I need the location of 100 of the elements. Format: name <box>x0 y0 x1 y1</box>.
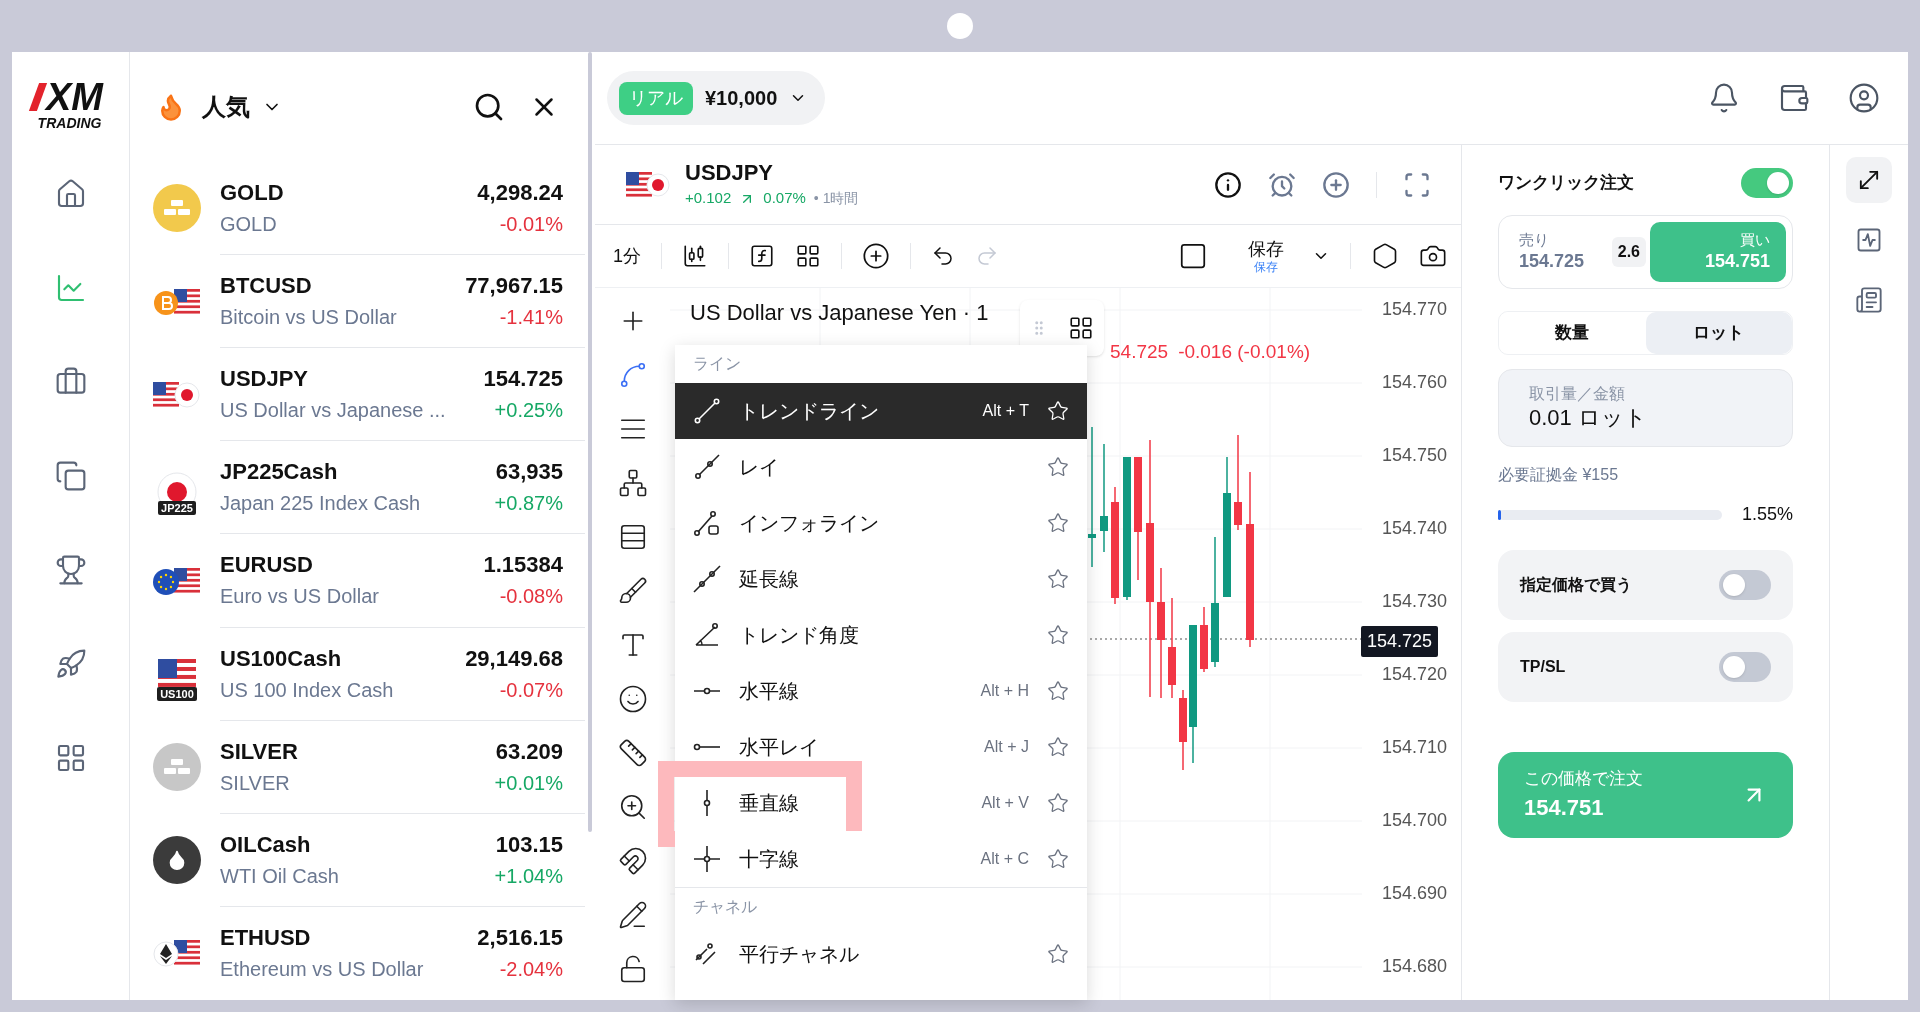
magnet-icon[interactable] <box>617 846 648 876</box>
line-tool-icon <box>693 397 721 425</box>
favorite-star-icon[interactable] <box>1047 943 1069 965</box>
shortcut-hint: Alt + V <box>981 793 1029 813</box>
bell-icon[interactable] <box>1708 82 1740 114</box>
favorite-star-icon[interactable] <box>1047 736 1069 758</box>
symbol-description: Japan 225 Index Cash <box>220 491 422 517</box>
symbol-name: EURUSD <box>220 551 314 580</box>
price: 4,298.24 <box>477 178 563 207</box>
price-axis-label: 154.700 <box>1381 809 1447 832</box>
menu-item[interactable]: 延長線 <box>675 551 1087 607</box>
interval-button[interactable]: 1分 <box>613 242 641 270</box>
line-tool-icon <box>693 687 721 695</box>
flag-pair-icon <box>152 937 202 970</box>
shortcut-hint: Alt + C <box>980 849 1029 869</box>
price-change: +0.102 <box>685 188 732 209</box>
required-margin: 必要証拠金 ¥155 <box>1498 465 1620 485</box>
grid-plus-icon[interactable] <box>1068 315 1094 341</box>
account-selector[interactable]: リアル ¥10,000 <box>607 71 826 125</box>
account-type-badge: リアル <box>619 81 693 115</box>
shortcut-hint: Alt + J <box>984 737 1029 757</box>
wallet-icon[interactable] <box>1778 82 1810 114</box>
price-axis-label: 154.690 <box>1381 882 1447 905</box>
price: 63.209 <box>495 737 563 766</box>
timeframe: • 1時間 <box>813 189 859 208</box>
flag-pair-icon <box>625 169 671 200</box>
symbol-description: US Dollar vs Japanese ... <box>220 398 447 424</box>
one-click-toggle[interactable] <box>1741 168 1793 198</box>
favorite-star-icon[interactable] <box>1047 848 1069 870</box>
line-tool-icon <box>693 743 721 751</box>
add-icon[interactable] <box>862 242 890 270</box>
grid-icon[interactable] <box>795 243 821 269</box>
chart-title: US Dollar vs Japanese Yen · 1 <box>690 299 989 327</box>
ruler-icon[interactable] <box>617 738 648 768</box>
unit-tab[interactable]: ロット <box>1645 312 1792 354</box>
menu-item[interactable]: 垂直線 Alt + V <box>675 775 1087 831</box>
fullscreen-icon[interactable] <box>1403 170 1431 199</box>
favorite-star-icon[interactable] <box>1047 512 1069 534</box>
menu-section-title: ライン <box>693 354 741 374</box>
pencil-icon[interactable] <box>617 900 648 930</box>
symbol-description: SILVER <box>220 770 291 796</box>
scrollbar[interactable] <box>588 52 592 832</box>
price-axis-label: 154.750 <box>1381 444 1447 467</box>
save-button[interactable]: 保存 保存 <box>1248 239 1284 273</box>
smile-icon[interactable] <box>617 684 648 714</box>
price-axis-label: 154.760 <box>1381 371 1447 394</box>
menu-item[interactable]: インフォライン <box>675 495 1087 551</box>
change-percent: -0.01% <box>499 211 563 237</box>
price: 103.15 <box>495 830 563 859</box>
favorite-star-icon[interactable] <box>1047 792 1069 814</box>
price: 63,935 <box>495 458 563 487</box>
line-tool-icon <box>693 621 721 649</box>
user-icon[interactable] <box>1848 82 1880 114</box>
brush-icon[interactable] <box>617 576 648 606</box>
favorite-star-icon[interactable] <box>1047 400 1069 422</box>
menu-item[interactable]: 平行チャネル <box>675 926 1087 982</box>
option-toggle[interactable] <box>1719 652 1771 682</box>
shortcut-hint: Alt + T <box>982 401 1029 421</box>
sell-button[interactable]: 売り 154.725 <box>1505 222 1612 282</box>
bars-icon <box>152 742 202 793</box>
settings-icon[interactable] <box>1371 242 1399 270</box>
price-axis-label: 154.710 <box>1381 736 1447 759</box>
function-icon[interactable] <box>749 243 775 269</box>
favorite-star-icon[interactable] <box>1047 568 1069 590</box>
favorite-star-icon[interactable] <box>1047 624 1069 646</box>
option-label: 指定価格で買う <box>1520 575 1632 596</box>
info-icon[interactable] <box>1214 170 1242 199</box>
line-tool-icon <box>693 845 721 873</box>
candlestick-icon[interactable] <box>682 243 708 269</box>
favorite-star-icon[interactable] <box>1047 680 1069 702</box>
copy-icon[interactable] <box>54 460 87 492</box>
option-toggle[interactable] <box>1719 570 1771 600</box>
layout-icon[interactable] <box>1178 241 1208 271</box>
expand-icon[interactable] <box>1846 157 1892 203</box>
symbol-name: BTCUSD <box>220 272 313 300</box>
change-percent: +1.04% <box>494 863 563 889</box>
menu-item[interactable]: 水平線 Alt + H <box>675 663 1087 719</box>
menu-item[interactable]: レイ <box>675 439 1087 495</box>
symbol-name: OILCash <box>220 830 312 859</box>
margin-usage-percent: 1.55% <box>1741 503 1793 526</box>
undo-icon[interactable] <box>931 244 955 268</box>
rocket-icon[interactable] <box>54 648 87 680</box>
line-tool-icon <box>693 453 721 481</box>
menu-item[interactable]: トレンド角度 <box>675 607 1087 663</box>
last-price: 54.725 <box>1110 340 1169 364</box>
one-click-label: ワンクリック注文 <box>1498 172 1634 195</box>
volume-field[interactable]: 取引量／金額 0.01 ロット <box>1498 369 1793 447</box>
alarm-icon[interactable] <box>1268 170 1296 199</box>
line-tool-icon <box>693 509 721 537</box>
price: 154.725 <box>483 365 563 394</box>
favorite-star-icon[interactable] <box>1047 456 1069 478</box>
category-dropdown[interactable]: 人気 <box>202 88 282 125</box>
trophy-icon[interactable] <box>54 554 87 586</box>
price-axis-label: 154.720 <box>1381 663 1447 686</box>
price-axis-label: 154.680 <box>1381 955 1447 978</box>
logo[interactable]: XM TRADING <box>28 76 113 132</box>
pattern-icon[interactable] <box>617 468 648 498</box>
menu-item[interactable]: トレンドライン Alt + T <box>675 383 1087 439</box>
symbol-description: Euro vs US Dollar <box>220 584 380 610</box>
menu-item[interactable]: 十字線 Alt + C <box>675 831 1087 887</box>
